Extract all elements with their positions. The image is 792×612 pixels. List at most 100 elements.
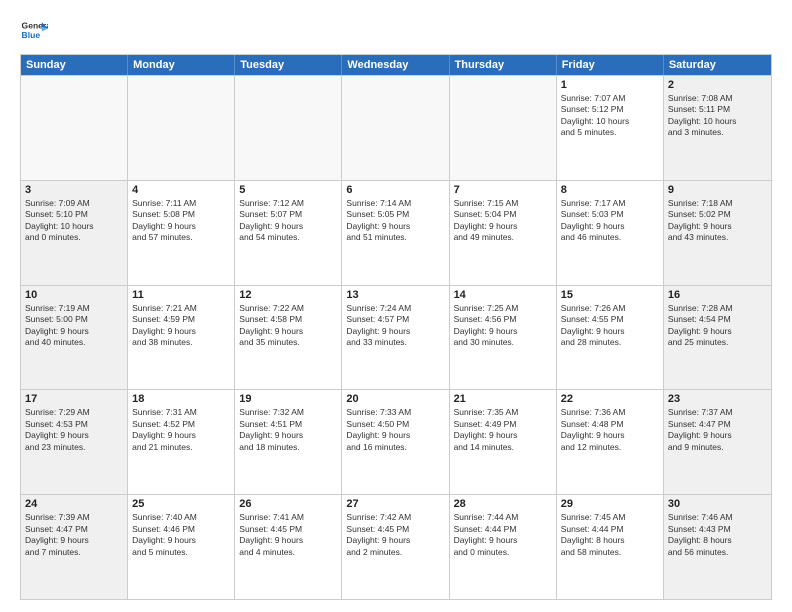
- day-info: Sunrise: 7:33 AMSunset: 4:50 PMDaylight:…: [346, 407, 444, 453]
- day-info: Sunrise: 7:26 AMSunset: 4:55 PMDaylight:…: [561, 303, 659, 349]
- day-number: 23: [668, 393, 767, 405]
- calendar-header: SundayMondayTuesdayWednesdayThursdayFrid…: [21, 55, 771, 75]
- day-info: Sunrise: 7:21 AMSunset: 4:59 PMDaylight:…: [132, 303, 230, 349]
- day-cell-5: 5 Sunrise: 7:12 AMSunset: 5:07 PMDaylight…: [235, 181, 342, 285]
- day-info: Sunrise: 7:41 AMSunset: 4:45 PMDaylight:…: [239, 512, 337, 558]
- day-info: Sunrise: 7:46 AMSunset: 4:43 PMDaylight:…: [668, 512, 767, 558]
- header-day-monday: Monday: [128, 55, 235, 75]
- day-number: 27: [346, 498, 444, 510]
- calendar-row-5: 24Sunrise: 7:39 AMSunset: 4:47 PMDayligh…: [21, 494, 771, 599]
- day-info: Sunrise: 7:12 AMSunset: 5:07 PMDaylight:…: [239, 198, 337, 244]
- calendar-row-2: 3Sunrise: 7:09 AMSunset: 5:10 PMDaylight…: [21, 180, 771, 285]
- day-cell-16: 16Sunrise: 7:28 AMSunset: 4:54 PMDayligh…: [664, 286, 771, 390]
- header-day-saturday: Saturday: [664, 55, 771, 75]
- day-cell-19: 19 Sunrise: 7:32 AMSunset: 4:51 PMDayligh…: [235, 390, 342, 494]
- day-number: 20: [346, 393, 444, 405]
- header: General Blue: [20, 16, 772, 44]
- day-info: Sunrise: 7:18 AMSunset: 5:02 PMDaylight:…: [668, 198, 767, 244]
- header-day-tuesday: Tuesday: [235, 55, 342, 75]
- header-day-friday: Friday: [557, 55, 664, 75]
- day-info: Sunrise: 7:15 AMSunset: 5:04 PMDaylight:…: [454, 198, 552, 244]
- day-number: 7: [454, 184, 552, 196]
- day-info: Sunrise: 7:11 AMSunset: 5:08 PMDaylight:…: [132, 198, 230, 244]
- day-cell-10: 10 Sunrise: 7:19 AMSunset: 5:00 PMDayligh…: [21, 286, 128, 390]
- logo: General Blue: [20, 16, 48, 44]
- day-number: 28: [454, 498, 552, 510]
- empty-cell: [450, 76, 557, 180]
- day-number: 21: [454, 393, 552, 405]
- day-cell-25: 25 Sunrise: 7:40 AMSunset: 4:46 PMDayligh…: [128, 495, 235, 599]
- day-cell-29: 29Sunrise: 7:45 AMSunset: 4:44 PMDayligh…: [557, 495, 664, 599]
- day-info: Sunrise: 7:29 AMSunset: 4:53 PMDaylight:…: [25, 407, 123, 453]
- day-info: Sunrise: 7:07 AMSunset: 5:12 PMDaylight:…: [561, 93, 659, 139]
- day-info: Sunrise: 7:19 AMSunset: 5:00 PMDaylight:…: [25, 303, 123, 349]
- day-number: 6: [346, 184, 444, 196]
- page: General Blue SundayMondayTuesdayWednesda…: [0, 0, 792, 612]
- day-info: Sunrise: 7:44 AMSunset: 4:44 PMDaylight:…: [454, 512, 552, 558]
- day-number: 4: [132, 184, 230, 196]
- day-cell-23: 23 Sunrise: 7:37 AMSunset: 4:47 PMDayligh…: [664, 390, 771, 494]
- day-number: 8: [561, 184, 659, 196]
- day-info: Sunrise: 7:17 AMSunset: 5:03 PMDaylight:…: [561, 198, 659, 244]
- calendar-body: 1 Sunrise: 7:07 AMSunset: 5:12 PMDaylight…: [21, 75, 771, 599]
- day-cell-1: 1 Sunrise: 7:07 AMSunset: 5:12 PMDaylight…: [557, 76, 664, 180]
- day-cell-27: 27 Sunrise: 7:42 AMSunset: 4:45 PMDayligh…: [342, 495, 449, 599]
- day-number: 5: [239, 184, 337, 196]
- day-cell-17: 17 Sunrise: 7:29 AMSunset: 4:53 PMDayligh…: [21, 390, 128, 494]
- calendar-row-4: 17 Sunrise: 7:29 AMSunset: 4:53 PMDayligh…: [21, 389, 771, 494]
- calendar-row-1: 1 Sunrise: 7:07 AMSunset: 5:12 PMDaylight…: [21, 75, 771, 180]
- calendar: SundayMondayTuesdayWednesdayThursdayFrid…: [20, 54, 772, 600]
- header-day-thursday: Thursday: [450, 55, 557, 75]
- day-cell-18: 18 Sunrise: 7:31 AMSunset: 4:52 PMDayligh…: [128, 390, 235, 494]
- empty-cell: [235, 76, 342, 180]
- day-number: 14: [454, 289, 552, 301]
- day-cell-12: 12 Sunrise: 7:22 AMSunset: 4:58 PMDayligh…: [235, 286, 342, 390]
- day-cell-6: 6 Sunrise: 7:14 AMSunset: 5:05 PMDaylight…: [342, 181, 449, 285]
- day-cell-9: 9 Sunrise: 7:18 AMSunset: 5:02 PMDaylight…: [664, 181, 771, 285]
- day-cell-14: 14 Sunrise: 7:25 AMSunset: 4:56 PMDayligh…: [450, 286, 557, 390]
- day-info: Sunrise: 7:14 AMSunset: 5:05 PMDaylight:…: [346, 198, 444, 244]
- day-info: Sunrise: 7:42 AMSunset: 4:45 PMDaylight:…: [346, 512, 444, 558]
- day-info: Sunrise: 7:32 AMSunset: 4:51 PMDaylight:…: [239, 407, 337, 453]
- day-cell-3: 3Sunrise: 7:09 AMSunset: 5:10 PMDaylight…: [21, 181, 128, 285]
- empty-cell: [342, 76, 449, 180]
- day-info: Sunrise: 7:31 AMSunset: 4:52 PMDaylight:…: [132, 407, 230, 453]
- day-number: 29: [561, 498, 659, 510]
- day-cell-2: 2 Sunrise: 7:08 AMSunset: 5:11 PMDaylight…: [664, 76, 771, 180]
- day-number: 2: [668, 79, 767, 91]
- day-number: 25: [132, 498, 230, 510]
- day-cell-30: 30 Sunrise: 7:46 AMSunset: 4:43 PMDayligh…: [664, 495, 771, 599]
- day-info: Sunrise: 7:35 AMSunset: 4:49 PMDaylight:…: [454, 407, 552, 453]
- svg-text:Blue: Blue: [22, 30, 41, 40]
- day-number: 30: [668, 498, 767, 510]
- day-info: Sunrise: 7:22 AMSunset: 4:58 PMDaylight:…: [239, 303, 337, 349]
- header-day-sunday: Sunday: [21, 55, 128, 75]
- day-number: 12: [239, 289, 337, 301]
- day-number: 18: [132, 393, 230, 405]
- day-number: 1: [561, 79, 659, 91]
- day-cell-15: 15Sunrise: 7:26 AMSunset: 4:55 PMDayligh…: [557, 286, 664, 390]
- day-info: Sunrise: 7:40 AMSunset: 4:46 PMDaylight:…: [132, 512, 230, 558]
- logo-icon: General Blue: [20, 16, 48, 44]
- header-day-wednesday: Wednesday: [342, 55, 449, 75]
- day-cell-22: 22Sunrise: 7:36 AMSunset: 4:48 PMDayligh…: [557, 390, 664, 494]
- day-number: 19: [239, 393, 337, 405]
- day-cell-20: 20 Sunrise: 7:33 AMSunset: 4:50 PMDayligh…: [342, 390, 449, 494]
- day-number: 10: [25, 289, 123, 301]
- day-cell-13: 13Sunrise: 7:24 AMSunset: 4:57 PMDayligh…: [342, 286, 449, 390]
- day-info: Sunrise: 7:08 AMSunset: 5:11 PMDaylight:…: [668, 93, 767, 139]
- day-info: Sunrise: 7:37 AMSunset: 4:47 PMDaylight:…: [668, 407, 767, 453]
- day-number: 17: [25, 393, 123, 405]
- day-info: Sunrise: 7:28 AMSunset: 4:54 PMDaylight:…: [668, 303, 767, 349]
- day-cell-21: 21 Sunrise: 7:35 AMSunset: 4:49 PMDayligh…: [450, 390, 557, 494]
- day-cell-4: 4 Sunrise: 7:11 AMSunset: 5:08 PMDaylight…: [128, 181, 235, 285]
- day-info: Sunrise: 7:25 AMSunset: 4:56 PMDaylight:…: [454, 303, 552, 349]
- empty-cell: [128, 76, 235, 180]
- day-number: 22: [561, 393, 659, 405]
- day-number: 3: [25, 184, 123, 196]
- day-number: 9: [668, 184, 767, 196]
- day-cell-7: 7 Sunrise: 7:15 AMSunset: 5:04 PMDaylight…: [450, 181, 557, 285]
- calendar-row-3: 10 Sunrise: 7:19 AMSunset: 5:00 PMDayligh…: [21, 285, 771, 390]
- day-number: 13: [346, 289, 444, 301]
- day-number: 24: [25, 498, 123, 510]
